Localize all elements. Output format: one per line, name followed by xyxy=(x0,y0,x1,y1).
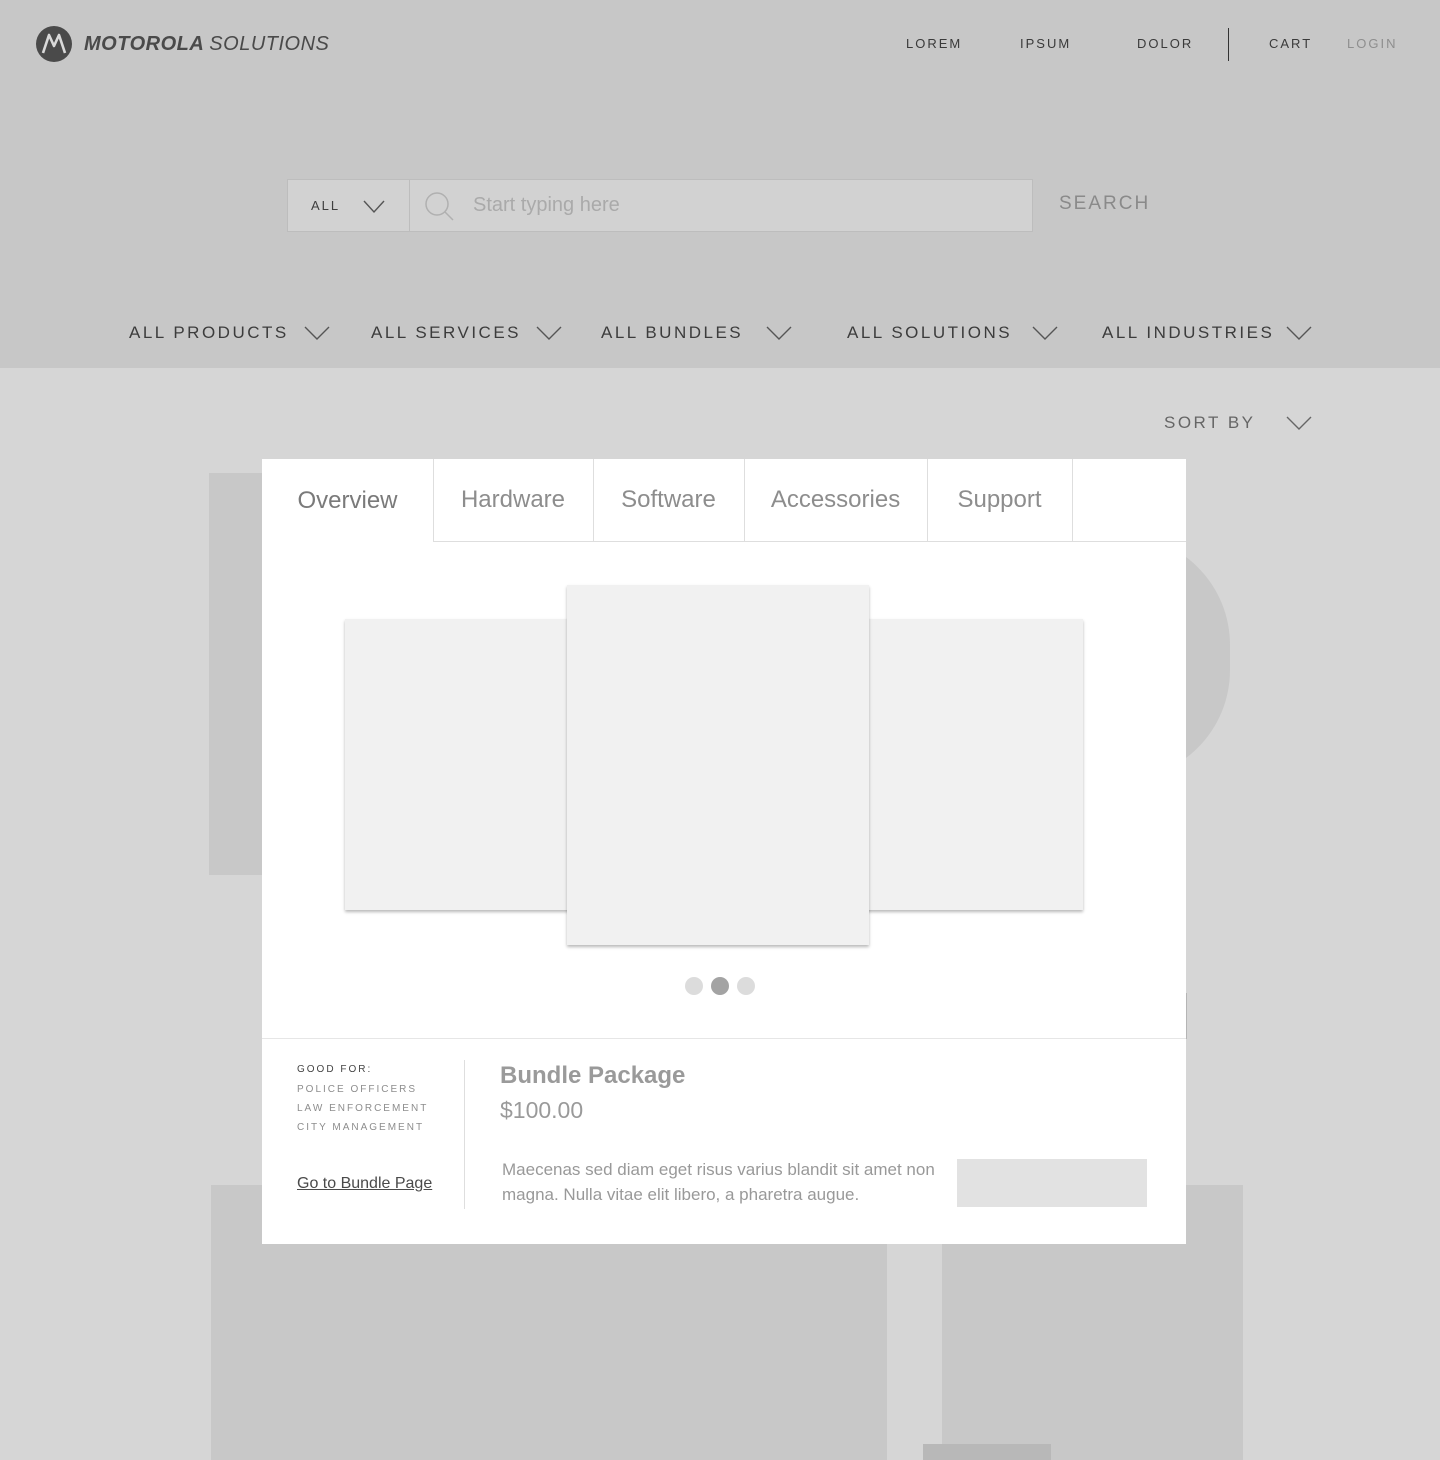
chevron-down-icon xyxy=(363,200,385,214)
chevron-down-icon[interactable] xyxy=(1032,326,1058,341)
tabs-underline xyxy=(1072,541,1186,542)
search-filter-select[interactable]: ALL xyxy=(287,179,410,232)
login-link[interactable]: LOGIN xyxy=(1347,36,1397,51)
add-to-cart-button[interactable] xyxy=(957,1159,1147,1207)
product-description: Maecenas sed diam eget risus varius blan… xyxy=(502,1160,935,1204)
background-card xyxy=(209,473,269,875)
category-all-services[interactable]: ALL SERVICES xyxy=(371,323,521,343)
motorola-logo-icon xyxy=(36,26,72,62)
carousel-dot-active[interactable] xyxy=(711,977,729,995)
modal-tabs: Overview Hardware Software Accessories S… xyxy=(262,459,1186,542)
tab-overview[interactable]: Overview xyxy=(262,459,434,542)
carousel-dot[interactable] xyxy=(685,977,703,995)
product-quick-view-modal: Overview Hardware Software Accessories S… xyxy=(262,459,1186,1244)
tab-hardware[interactable]: Hardware xyxy=(433,459,594,542)
chevron-down-icon[interactable] xyxy=(1286,326,1312,341)
good-for-item: LAW ENFORCEMENT xyxy=(297,1103,429,1114)
search-icon xyxy=(425,192,454,221)
good-for-item: POLICE OFFICERS xyxy=(297,1084,418,1095)
site-header: MOTOROLA SOLUTIONS LOREM IPSUM DOLOR CART… xyxy=(0,0,1440,368)
chevron-down-icon[interactable] xyxy=(536,326,562,341)
brand-name-bold: MOTOROLA xyxy=(84,32,205,55)
topnav-divider xyxy=(1228,28,1229,61)
carousel-slide-previous[interactable] xyxy=(345,619,575,910)
cart-link[interactable]: CART xyxy=(1269,36,1312,51)
category-all-bundles[interactable]: ALL BUNDLES xyxy=(601,323,743,343)
tab-software[interactable]: Software xyxy=(593,459,745,542)
product-title: Bundle Package xyxy=(500,1062,686,1089)
search-button[interactable]: SEARCH xyxy=(1059,193,1150,215)
chevron-down-icon[interactable] xyxy=(304,326,330,341)
brand-name-light: SOLUTIONS xyxy=(209,32,330,55)
carousel-dot[interactable] xyxy=(737,977,755,995)
category-all-products[interactable]: ALL PRODUCTS xyxy=(129,323,289,343)
modal-section-divider xyxy=(262,1038,1186,1039)
category-all-solutions[interactable]: ALL SOLUTIONS xyxy=(847,323,1012,343)
tab-accessories[interactable]: Accessories xyxy=(744,459,928,542)
carousel-slide-next[interactable] xyxy=(854,619,1083,910)
search-filter-value: ALL xyxy=(311,198,341,213)
brand-name: MOTOROLA SOLUTIONS xyxy=(84,33,329,56)
background-button xyxy=(923,1444,1051,1460)
go-to-bundle-page-link[interactable]: Go to Bundle Page xyxy=(297,1175,432,1193)
vertical-divider xyxy=(464,1060,465,1209)
good-for-item: CITY MANAGEMENT xyxy=(297,1122,425,1133)
chevron-down-icon[interactable] xyxy=(1286,416,1312,431)
good-for-title: GOOD FOR: xyxy=(297,1064,373,1075)
brand-logo[interactable]: MOTOROLA SOLUTIONS xyxy=(36,26,329,62)
topnav-item-dolor[interactable]: DOLOR xyxy=(1137,36,1193,51)
sort-by-label[interactable]: SORT BY xyxy=(1164,413,1256,433)
search-input[interactable] xyxy=(473,180,1013,231)
search-field[interactable] xyxy=(409,179,1033,232)
topnav-item-lorem[interactable]: LOREM xyxy=(906,36,962,51)
carousel-slide-current[interactable] xyxy=(567,585,869,945)
category-all-industries[interactable]: ALL INDUSTRIES xyxy=(1102,323,1274,343)
tab-support[interactable]: Support xyxy=(927,459,1073,542)
topnav-item-ipsum[interactable]: IPSUM xyxy=(1020,36,1071,51)
product-price: $100.00 xyxy=(500,1097,584,1123)
chevron-down-icon[interactable] xyxy=(766,326,792,341)
